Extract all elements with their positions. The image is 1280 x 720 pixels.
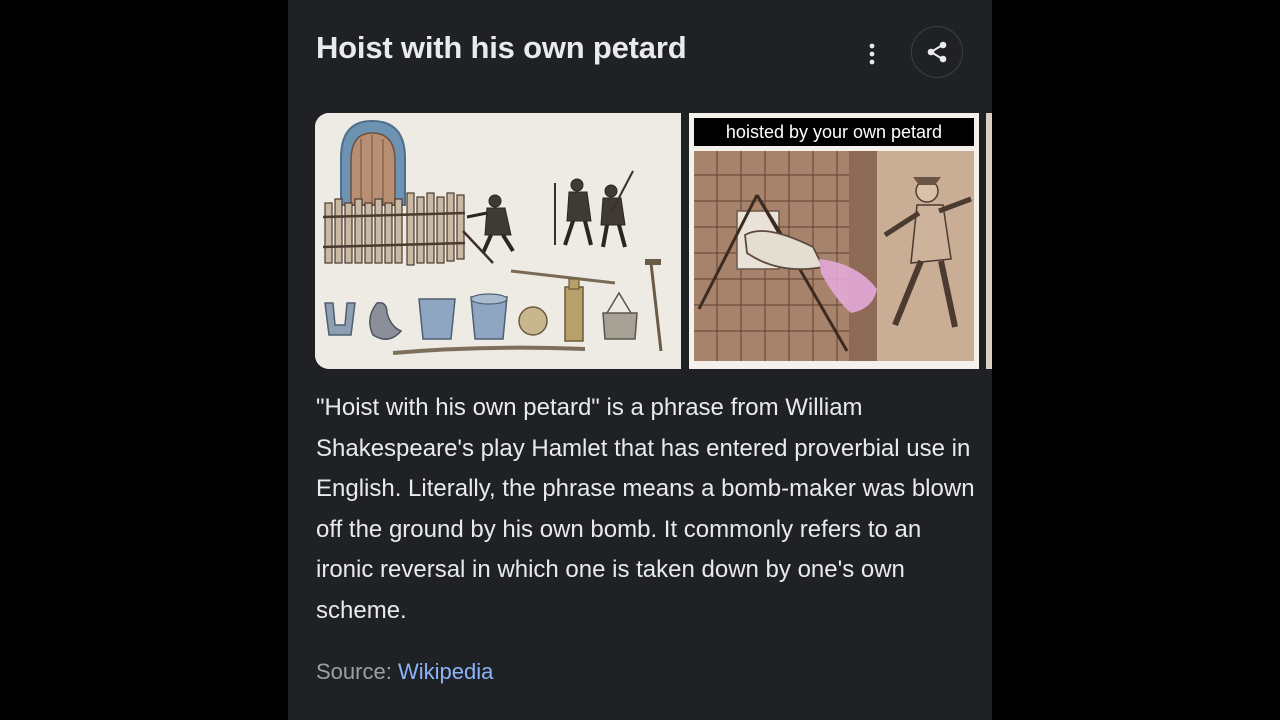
petard-engraving-image [315,113,681,369]
more-vert-icon [869,43,875,65]
gallery-image-1[interactable] [315,113,681,369]
image-caption-box: hoisted by your own petard [694,118,974,146]
image-gallery: hoisted by your own petard [315,113,992,369]
gallery-image-2[interactable]: hoisted by your own petard [689,113,979,369]
image-caption: hoisted by your own petard [725,121,943,142]
knowledge-panel: Hoist with his own petard hoisted by you… [288,0,992,720]
share-button[interactable] [911,26,963,78]
source-attribution: Source: Wikipedia [316,659,493,685]
share-icon [927,41,947,63]
source-link[interactable]: Wikipedia [398,659,493,684]
more-options-button[interactable] [854,36,890,72]
source-label: Source: [316,659,392,684]
page-title: Hoist with his own petard [316,30,687,65]
petard-explosion-image [689,113,979,369]
gallery-image-3[interactable] [986,113,992,369]
description-text: "Hoist with his own petard" is a phrase … [316,394,975,624]
